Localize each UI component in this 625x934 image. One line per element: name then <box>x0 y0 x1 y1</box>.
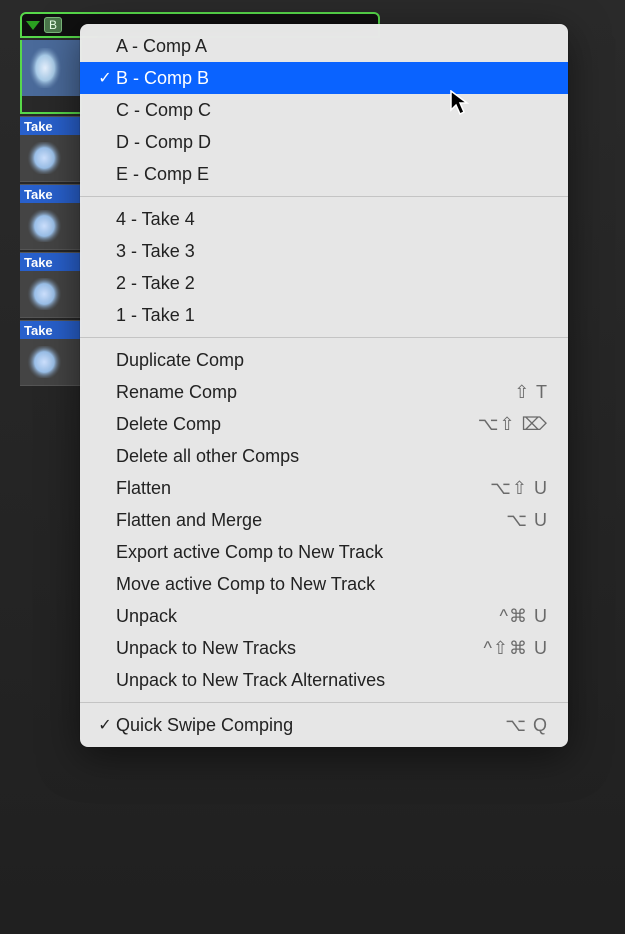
menu-item-delete-other-comps[interactable]: Delete all other Comps <box>80 440 568 472</box>
waveform-icon <box>20 271 81 317</box>
menu-item-label: Rename Comp <box>116 382 514 403</box>
menu-item-label: Unpack to New Tracks <box>116 638 483 659</box>
menu-item-take-3[interactable]: 3 - Take 3 <box>80 235 568 267</box>
menu-separator <box>80 196 568 197</box>
menu-shortcut: ⌥ Q <box>505 715 548 736</box>
menu-shortcut: ⌥ U <box>506 510 548 531</box>
menu-item-label: B - Comp B <box>116 68 548 89</box>
check-icon: ✓ <box>94 715 116 735</box>
menu-item-label: 2 - Take 2 <box>116 273 548 294</box>
waveform-icon <box>22 40 80 96</box>
take-label: Take <box>20 117 81 135</box>
menu-item-take-4[interactable]: 4 - Take 4 <box>80 203 568 235</box>
menu-shortcut: ^⌘ U <box>500 606 548 627</box>
menu-item-comp-b[interactable]: ✓ B - Comp B <box>80 62 568 94</box>
menu-item-comp-d[interactable]: D - Comp D <box>80 126 568 158</box>
menu-item-label: Delete all other Comps <box>116 446 548 467</box>
menu-separator <box>80 337 568 338</box>
check-icon: ✓ <box>94 68 116 88</box>
menu-item-take-1[interactable]: 1 - Take 1 <box>80 299 568 331</box>
menu-item-label: D - Comp D <box>116 132 548 153</box>
waveform-icon <box>20 135 81 181</box>
menu-shortcut: ^⇧⌘ U <box>483 638 548 659</box>
take-label: Take <box>20 253 81 271</box>
menu-item-label: Unpack to New Track Alternatives <box>116 670 548 691</box>
menu-item-label: 1 - Take 1 <box>116 305 548 326</box>
menu-item-take-2[interactable]: 2 - Take 2 <box>80 267 568 299</box>
menu-item-label: Export active Comp to New Track <box>116 542 548 563</box>
disclosure-triangle-icon[interactable] <box>26 21 40 30</box>
menu-item-label: Duplicate Comp <box>116 350 548 371</box>
menu-item-delete-comp[interactable]: Delete Comp ⌥⇧ ⌦ <box>80 408 568 440</box>
menu-item-label: 4 - Take 4 <box>116 209 548 230</box>
menu-item-label: Flatten <box>116 478 490 499</box>
menu-item-label: Flatten and Merge <box>116 510 506 531</box>
menu-item-label: Unpack <box>116 606 500 627</box>
take-region-2[interactable]: Take <box>20 252 82 318</box>
menu-item-unpack-alternatives[interactable]: Unpack to New Track Alternatives <box>80 664 568 696</box>
menu-item-comp-a[interactable]: A - Comp A <box>80 30 568 62</box>
comp-region[interactable] <box>20 40 82 114</box>
menu-item-flatten[interactable]: Flatten ⌥⇧ U <box>80 472 568 504</box>
menu-item-export-new-track[interactable]: Export active Comp to New Track <box>80 536 568 568</box>
take-region-4[interactable]: Take <box>20 116 82 182</box>
menu-item-comp-e[interactable]: E - Comp E <box>80 158 568 190</box>
menu-shortcut: ⇧ T <box>514 382 548 403</box>
take-region-1[interactable]: Take <box>20 320 82 386</box>
menu-item-comp-c[interactable]: C - Comp C <box>80 94 568 126</box>
menu-item-rename-comp[interactable]: Rename Comp ⇧ T <box>80 376 568 408</box>
menu-item-label: 3 - Take 3 <box>116 241 548 262</box>
menu-item-quick-swipe-comping[interactable]: ✓ Quick Swipe Comping ⌥ Q <box>80 709 568 741</box>
menu-shortcut: ⌥⇧ ⌦ <box>478 414 548 435</box>
waveform-icon <box>20 203 81 249</box>
take-label: Take <box>20 321 81 339</box>
menu-separator <box>80 702 568 703</box>
take-region-3[interactable]: Take <box>20 184 82 250</box>
menu-item-unpack-new-tracks[interactable]: Unpack to New Tracks ^⇧⌘ U <box>80 632 568 664</box>
menu-item-label: A - Comp A <box>116 36 548 57</box>
take-folder-menu: A - Comp A ✓ B - Comp B C - Comp C D - C… <box>80 24 568 747</box>
take-label: Take <box>20 185 81 203</box>
menu-item-unpack[interactable]: Unpack ^⌘ U <box>80 600 568 632</box>
menu-item-label: C - Comp C <box>116 100 548 121</box>
active-comp-badge[interactable]: B <box>44 17 62 33</box>
waveform-icon <box>20 339 81 385</box>
menu-item-move-new-track[interactable]: Move active Comp to New Track <box>80 568 568 600</box>
menu-item-label: Move active Comp to New Track <box>116 574 548 595</box>
menu-item-label: Delete Comp <box>116 414 478 435</box>
menu-item-flatten-merge[interactable]: Flatten and Merge ⌥ U <box>80 504 568 536</box>
menu-item-duplicate-comp[interactable]: Duplicate Comp <box>80 344 568 376</box>
menu-item-label: Quick Swipe Comping <box>116 715 505 736</box>
menu-shortcut: ⌥⇧ U <box>490 478 548 499</box>
menu-item-label: E - Comp E <box>116 164 548 185</box>
